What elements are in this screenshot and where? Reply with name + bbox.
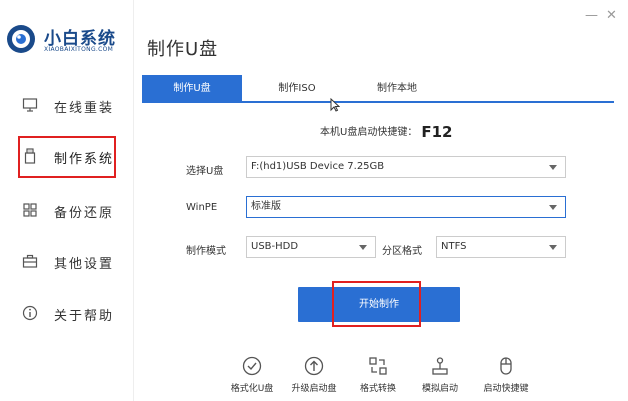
- sidebar-item-backup-restore[interactable]: 备份还原: [0, 193, 134, 229]
- sidebar-item-about-help[interactable]: 关于帮助: [0, 296, 134, 332]
- tab-bar: 制作U盘 制作ISO 制作本地: [142, 75, 614, 103]
- partition-format-select[interactable]: NTFS: [436, 236, 566, 258]
- check-circle-icon: [242, 356, 262, 376]
- sidebar-item-other-settings[interactable]: 其他设置: [0, 244, 134, 280]
- grid-icon: [23, 203, 37, 217]
- logo-icon: [7, 25, 35, 53]
- sidebar-item-label: 其他设置: [54, 257, 115, 272]
- tab-make-local[interactable]: 制作本地: [352, 75, 442, 103]
- tool-upgrade-boot-disk[interactable]: 升级启动盘: [286, 356, 342, 396]
- make-mode-select[interactable]: USB-HDD: [246, 236, 376, 258]
- minimize-button[interactable]: —: [585, 8, 598, 23]
- monitor-icon: [22, 98, 38, 112]
- convert-icon: [369, 357, 387, 375]
- tool-label: 模拟启动: [421, 384, 458, 394]
- tool-format-usb[interactable]: 格式化U盘: [224, 356, 280, 396]
- chevron-down-icon: [549, 165, 557, 170]
- highlight-box-start: [332, 281, 421, 327]
- usb-device-value: F:(hd1)USB Device 7.25GB: [251, 161, 385, 172]
- tab-make-iso[interactable]: 制作ISO: [252, 75, 342, 103]
- tool-format-convert[interactable]: 格式转换: [352, 356, 404, 396]
- highlight-box-sidebar: [18, 136, 116, 178]
- shortcut-key: F12: [421, 123, 453, 141]
- chevron-down-icon: [359, 245, 367, 250]
- mouse-cursor-icon: [330, 98, 340, 112]
- tool-boot-shortcut[interactable]: 启动快捷键: [478, 356, 534, 396]
- app-logo: 小白系统 XIAOBAIXITONG.COM: [6, 20, 131, 60]
- toolbox-icon: [22, 254, 38, 268]
- tool-label: 格式化U盘: [230, 384, 274, 394]
- sidebar-item-label: 关于帮助: [54, 309, 115, 324]
- sidebar-item-label: 备份还原: [54, 206, 115, 221]
- chevron-down-icon: [549, 205, 557, 210]
- partition-format-value: NTFS: [441, 241, 467, 252]
- tool-label: 升级启动盘: [291, 384, 337, 394]
- sidebar-item-online-reinstall[interactable]: 在线重装: [0, 88, 134, 124]
- usb-device-select[interactable]: F:(hd1)USB Device 7.25GB: [246, 156, 566, 178]
- tool-simulate-boot[interactable]: 模拟启动: [414, 356, 466, 396]
- joystick-icon: [432, 357, 448, 375]
- usb-select-label: 选择U盘: [186, 166, 224, 177]
- sidebar-item-label: 在线重装: [54, 101, 115, 116]
- info-icon: [22, 305, 38, 321]
- make-mode-label: 制作模式: [186, 246, 226, 257]
- tool-label: 启动快捷键: [483, 384, 529, 394]
- sidebar: 小白系统 XIAOBAIXITONG.COM 在线重装 制作系统 备份还原 其他…: [0, 0, 134, 401]
- make-mode-value: USB-HDD: [251, 241, 299, 252]
- partition-format-label: 分区格式: [382, 246, 422, 257]
- shortcut-label: 本机U盘启动快捷键：: [320, 127, 418, 138]
- winpe-select[interactable]: 标准版: [246, 196, 566, 218]
- tab-make-usb[interactable]: 制作U盘: [142, 75, 242, 103]
- winpe-value: 标准版: [251, 201, 281, 212]
- close-button[interactable]: ✕: [606, 8, 617, 23]
- page-title: 制作U盘: [147, 39, 219, 60]
- tool-label: 格式转换: [359, 384, 396, 394]
- mouse-icon: [500, 357, 512, 375]
- boot-shortcut-hint: 本机U盘启动快捷键： F12: [320, 123, 452, 141]
- upgrade-arrow-icon: [304, 356, 324, 376]
- winpe-label: WinPE: [186, 202, 218, 213]
- chevron-down-icon: [549, 245, 557, 250]
- app-subtitle: XIAOBAIXITONG.COM: [44, 46, 114, 53]
